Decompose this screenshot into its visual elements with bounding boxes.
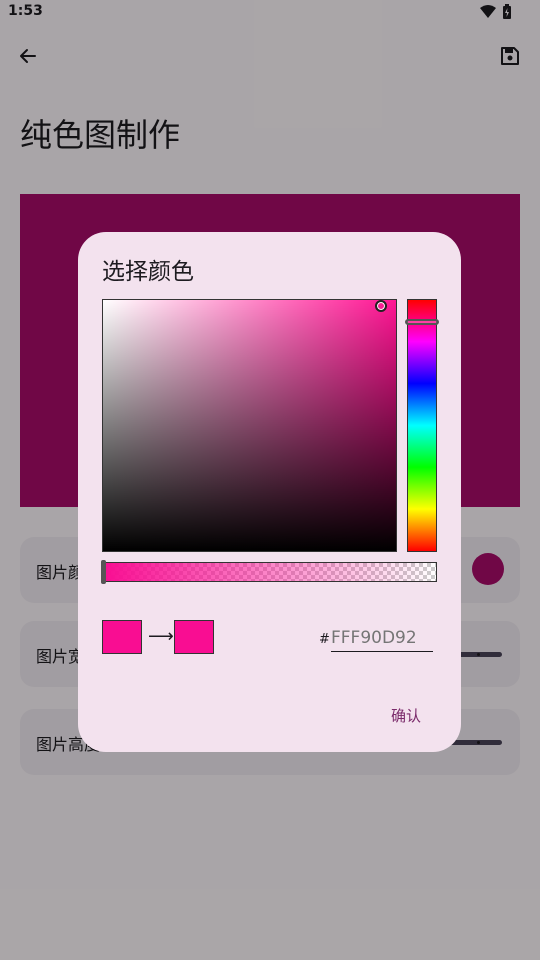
alpha-gradient — [103, 563, 436, 581]
confirm-button[interactable]: 确认 — [378, 700, 434, 730]
color-picker-dialog: 选择颜色 ⟶ # 确认 — [78, 232, 461, 752]
saturation-value-cursor[interactable] — [375, 300, 387, 312]
hue-slider[interactable] — [405, 299, 439, 552]
arrow-right-icon: ⟶ — [148, 626, 174, 647]
hue-slider-thumb[interactable] — [405, 319, 439, 325]
dialog-title: 选择颜色 — [102, 259, 194, 285]
alpha-slider-thumb[interactable] — [101, 560, 106, 584]
old-color-swatch — [102, 620, 142, 654]
alpha-slider[interactable] — [101, 560, 437, 584]
hex-color-input[interactable] — [331, 622, 433, 652]
saturation-value-picker[interactable] — [102, 299, 397, 552]
new-color-swatch — [174, 620, 214, 654]
hex-prefix: # — [319, 632, 330, 647]
